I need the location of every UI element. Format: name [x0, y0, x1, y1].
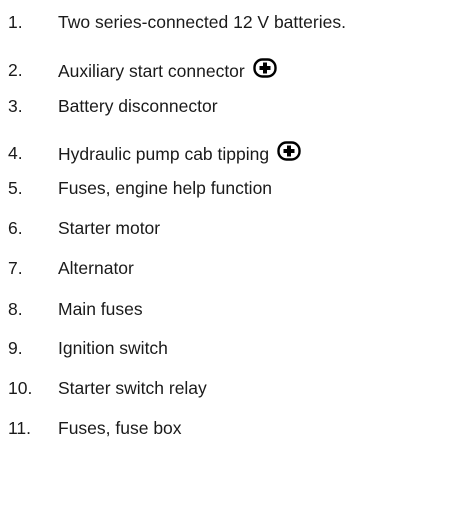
item-text: Starter motor [58, 218, 161, 238]
item-number: 7. [8, 258, 23, 278]
item-text: Fuses, engine help function [58, 178, 273, 198]
item-text: Two series-connected 12 V batteries. [58, 12, 346, 32]
item-text: Starter switch relay [58, 378, 207, 398]
item-number: 10. [8, 378, 33, 398]
item-number: 11. [8, 418, 32, 438]
item-text: Hydraulic pump cab tipping [58, 144, 270, 164]
item-number: 3. [8, 96, 23, 116]
item-text: Alternator [58, 258, 134, 278]
item-text: Battery disconnector [58, 96, 218, 116]
plus-icon [277, 141, 301, 161]
item-number: 5. [8, 178, 23, 198]
item-text: Auxiliary start connector [58, 61, 245, 81]
item-number: 6. [8, 218, 23, 238]
item-text: Fuses, fuse box [58, 418, 182, 438]
item-text: Ignition switch [58, 338, 168, 358]
item-number: 4. [8, 143, 23, 163]
item-number: 2. [8, 60, 23, 80]
item-number: 9. [8, 338, 23, 358]
item-text: Main fuses [58, 299, 143, 319]
item-number: 8. [8, 299, 23, 319]
plus-icon [253, 58, 277, 78]
item-number: 1. [8, 12, 23, 32]
